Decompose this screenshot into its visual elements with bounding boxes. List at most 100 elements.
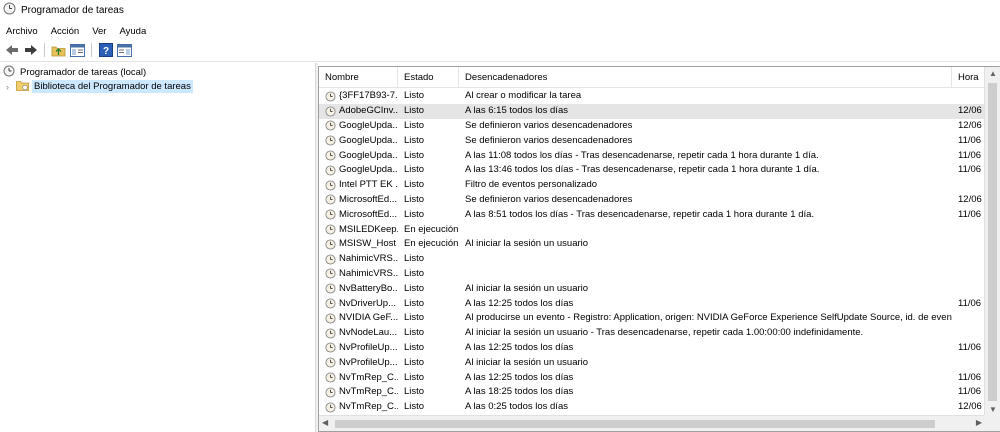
scroll-up-icon[interactable]: ▲	[989, 69, 997, 78]
table-row[interactable]: NvBatteryBo... Listo Al iniciar la sesión …	[319, 281, 984, 296]
task-name-cell: NvTmRep_C...	[319, 371, 398, 385]
task-trigger: A las 12:25 todos los días	[465, 371, 574, 383]
table-row[interactable]: NvProfileUp... Listo A las 12:25 todos los…	[319, 341, 984, 356]
task-trigger: A las 12:25 todos los días	[465, 297, 574, 309]
task-trigger: Se definieron varios desencadenadores	[465, 134, 633, 146]
task-trigger: Al iniciar la sesión un usuario	[465, 282, 589, 294]
task-trigger: A las 11:08 todos los días - Tras desenc…	[465, 149, 819, 161]
table-row[interactable]: GoogleUpda... Listo Se definieron varios d…	[319, 133, 984, 148]
menu-archivo[interactable]: Archivo	[0, 26, 45, 37]
vertical-scrollbar[interactable]: ▲ ▼	[984, 67, 1000, 416]
task-name: MSILEDKeep...	[339, 223, 398, 235]
task-name-cell: MSILEDKeep...	[319, 223, 398, 237]
task-state: Listo	[404, 90, 425, 102]
task-name: MicrosoftEd...	[339, 193, 398, 205]
back-arrow-icon[interactable]	[3, 42, 20, 59]
forward-arrow-icon[interactable]	[22, 42, 39, 59]
scroll-down-icon[interactable]: ▼	[989, 405, 997, 414]
horizontal-scrollbar[interactable]: ◀ ▶	[319, 415, 985, 431]
task-name: AdobeGCInv...	[339, 105, 398, 117]
column-header-name[interactable]: Nombre	[319, 67, 398, 88]
task-next-run: 12/06	[958, 119, 982, 131]
toolbar: ?	[0, 40, 1000, 60]
table-row[interactable]: NahimicVRS... Listo	[319, 252, 984, 267]
table-row[interactable]: GoogleUpda... Listo A las 13:46 todos los …	[319, 163, 984, 178]
table-row[interactable]: AdobeGCInv... Listo A las 6:15 todos los d…	[319, 103, 984, 119]
table-row[interactable]: MicrosoftEd... Listo A las 8:51 todos los …	[319, 207, 984, 222]
table-row[interactable]: MSILEDKeep... En ejecución	[319, 222, 984, 237]
clock-icon	[3, 65, 15, 80]
task-state: Listo	[404, 149, 425, 161]
task-clock-icon	[325, 328, 336, 339]
tree-item-root[interactable]: Programador de tareas (local)	[3, 65, 148, 80]
task-trigger: A las 18:25 todos los días	[465, 386, 574, 398]
task-name-cell: NahimicVRS...	[319, 252, 398, 266]
task-trigger: A las 12:25 todos los días	[465, 341, 574, 353]
task-scheduler-app-icon	[3, 2, 16, 18]
task-next-run: 11/06	[958, 341, 982, 353]
task-state: Listo	[404, 253, 425, 265]
table-row[interactable]: NvTmRep_C... Listo A las 12:25 todos los d…	[319, 370, 984, 385]
task-name-cell: NvBatteryBo...	[319, 282, 398, 296]
folder-up-icon[interactable]	[50, 42, 67, 59]
task-clock-icon	[325, 194, 336, 206]
table-row[interactable]: GoogleUpda... Listo A las 11:08 todos los …	[319, 148, 984, 163]
show-hide-action-pane-icon[interactable]	[116, 42, 133, 59]
task-clock-icon	[325, 372, 336, 383]
task-clock-icon	[325, 387, 336, 398]
table-row[interactable]: NvTmRep_C... Listo A las 18:25 todos los d…	[319, 385, 984, 400]
table-row[interactable]: NvProfileUp... Listo Al iniciar la sesión …	[319, 355, 984, 370]
task-name-cell: NvNodeLau...	[319, 326, 398, 340]
task-trigger: A las 0:25 todos los días	[465, 401, 568, 413]
table-row[interactable]: NVIDIA GeF... Listo Al producirse un event…	[319, 311, 984, 326]
task-trigger: Al producirse un evento - Registro: Appl…	[465, 312, 952, 324]
table-row[interactable]: Intel PTT EK ... Listo Filtro de eventos p…	[319, 178, 984, 193]
tree-item-library[interactable]: › Biblioteca del Programador de tareas	[6, 79, 193, 94]
task-name: NvProfileUp...	[339, 356, 398, 368]
task-state: Listo	[404, 267, 425, 279]
task-next-run: 11/06	[958, 164, 982, 176]
table-row[interactable]: NvTmRep_C... Listo A las 0:25 todos los dí…	[319, 400, 984, 415]
task-name-cell: Intel PTT EK ...	[319, 178, 398, 192]
task-next-run: 11/06	[958, 134, 982, 146]
show-hide-tree-icon[interactable]	[69, 42, 86, 59]
menu-accion[interactable]: Acción	[45, 26, 87, 37]
task-name-cell: AdobeGCInv...	[319, 104, 398, 118]
horizontal-scroll-thumb[interactable]	[335, 420, 935, 428]
task-name: NahimicVRS...	[339, 267, 398, 279]
column-header-time[interactable]: Hora	[952, 67, 984, 88]
task-name: NvNodeLau...	[339, 327, 398, 339]
task-name: NvTmRep_C...	[339, 386, 398, 398]
task-clock-icon	[325, 224, 336, 235]
table-row[interactable]: NvDriverUp... Listo A las 12:25 todos los …	[319, 296, 984, 311]
scroll-right-icon[interactable]: ▶	[976, 418, 982, 427]
task-name-cell: MicrosoftEd...	[319, 208, 398, 222]
help-icon[interactable]: ?	[97, 42, 114, 59]
menu-ayuda[interactable]: Ayuda	[113, 26, 153, 37]
table-row[interactable]: MicrosoftEd... Listo Se definieron varios …	[319, 193, 984, 208]
table-row[interactable]: NahimicVRS... Listo	[319, 267, 984, 282]
task-state: Listo	[404, 386, 425, 398]
table-row[interactable]: MSISW_Host En ejecución Al iniciar la sesi…	[319, 237, 984, 252]
menu-bar: Archivo Acción Ver Ayuda	[0, 22, 1000, 40]
task-next-run: 11/06	[958, 386, 982, 398]
menu-ver[interactable]: Ver	[86, 26, 113, 37]
scroll-left-icon[interactable]: ◀	[322, 418, 328, 427]
table-row[interactable]: GoogleUpda... Listo Se definieron varios d…	[319, 119, 984, 134]
chevron-right-icon[interactable]: ›	[6, 82, 16, 92]
task-name-cell: {3FF17B93-7...	[319, 89, 398, 103]
tree-item-label: Biblioteca del Programador de tareas	[32, 80, 193, 93]
task-clock-icon	[325, 120, 336, 132]
list-header: Nombre Estado Desencadenadores Hora	[319, 67, 1000, 88]
tree-item-label: Programador de tareas (local)	[20, 67, 147, 78]
task-name-cell: NvProfileUp...	[319, 356, 398, 370]
window-title: Programador de tareas	[21, 4, 124, 16]
table-row[interactable]: {3FF17B93-7... Listo Al crear o modificar …	[319, 89, 984, 104]
task-clock-icon	[325, 239, 336, 250]
column-header-state[interactable]: Estado	[398, 67, 459, 88]
column-header-triggers[interactable]: Desencadenadores	[459, 67, 952, 88]
table-row[interactable]: NvNodeLau... Listo Al iniciar la sesión un…	[319, 326, 984, 341]
vertical-scroll-thumb[interactable]	[988, 83, 997, 401]
title-bar: Programador de tareas	[0, 0, 1000, 20]
task-clock-icon	[325, 283, 336, 294]
